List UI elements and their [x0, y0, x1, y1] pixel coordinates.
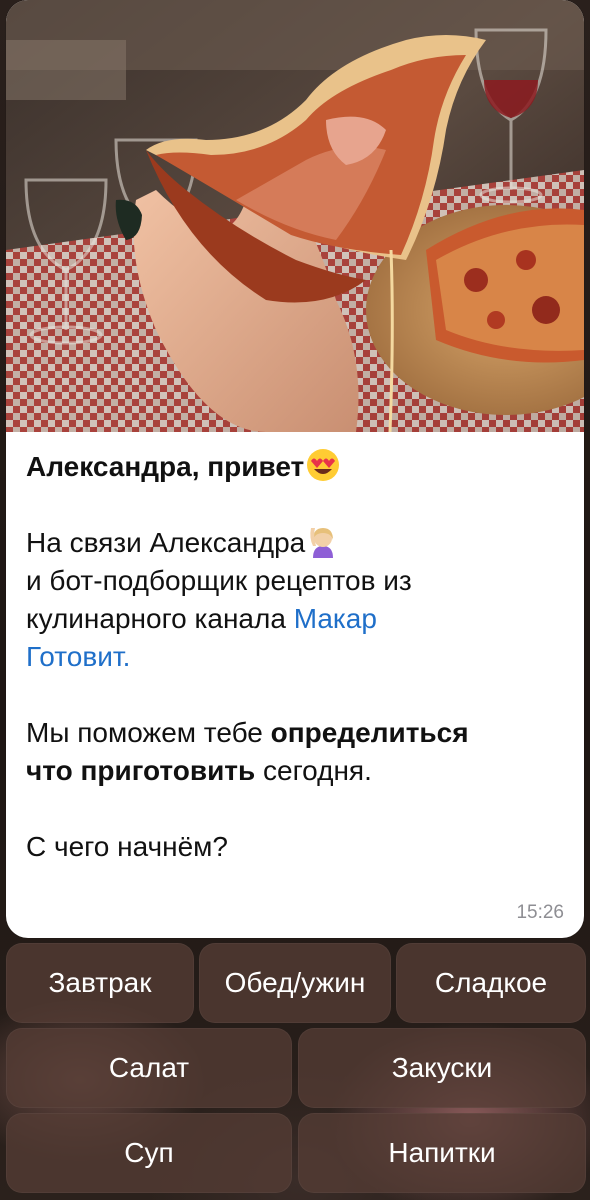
button-sweet[interactable]: Сладкое — [396, 943, 586, 1023]
question-paragraph: С чего начнём? — [26, 831, 228, 862]
channel-link[interactable]: Макар — [294, 603, 377, 634]
message-photo[interactable] — [6, 0, 584, 432]
button-salad[interactable]: Салат — [6, 1028, 292, 1108]
message-bubble: Александра, привет На связи Александра и… — [6, 0, 584, 938]
reply-keyboard: Завтрак Обед/ужин Сладкое Салат Закуски … — [0, 938, 590, 1200]
pizza-photo-image — [6, 0, 584, 432]
heart-eyes-emoji-icon — [307, 449, 340, 481]
message-time: 15:26 — [516, 902, 564, 923]
greeting-title: Александра, привет — [26, 448, 562, 486]
button-lunch-dinner[interactable]: Обед/ужин — [199, 943, 391, 1023]
woman-raising-hand-emoji-icon — [310, 528, 334, 558]
help-paragraph: Мы поможем тебе определиться что пригото… — [26, 717, 469, 786]
button-breakfast[interactable]: Завтрак — [6, 943, 194, 1023]
message-text: Александра, привет На связи Александра и… — [26, 448, 562, 866]
button-snacks[interactable]: Закуски — [298, 1028, 586, 1108]
intro-paragraph: На связи Александра и бот-подборщик реце… — [26, 524, 562, 676]
button-soup[interactable]: Суп — [6, 1113, 292, 1193]
button-drinks[interactable]: Напитки — [298, 1113, 586, 1193]
channel-link-cont[interactable]: Готовит. — [26, 641, 130, 672]
